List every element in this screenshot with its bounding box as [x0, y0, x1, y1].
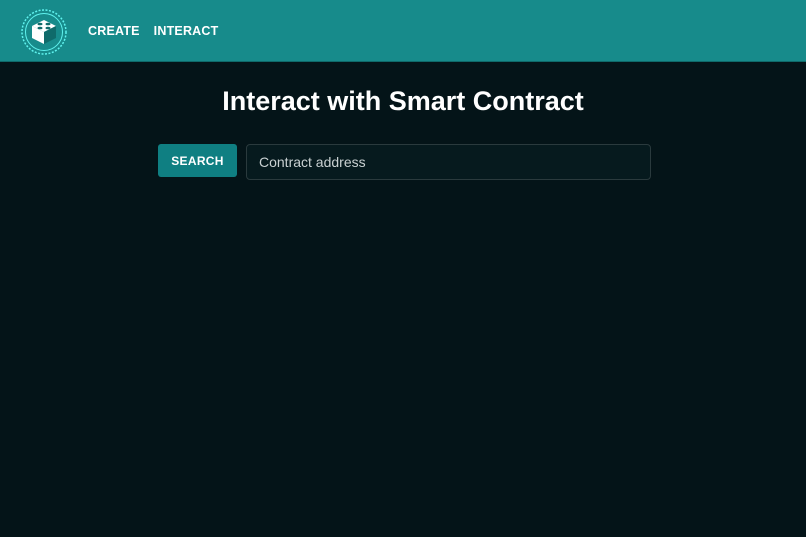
- lego-brick-icon[interactable]: [21, 9, 67, 55]
- page-title: Interact with Smart Contract: [222, 86, 584, 116]
- top-app-bar: CREATE INTERACT: [0, 0, 806, 62]
- nav-interact[interactable]: INTERACT: [154, 24, 219, 38]
- search-button[interactable]: SEARCH: [158, 144, 237, 177]
- nav-create[interactable]: CREATE: [88, 24, 140, 38]
- contract-address-input[interactable]: [246, 144, 651, 180]
- main-nav: CREATE INTERACT: [88, 0, 218, 62]
